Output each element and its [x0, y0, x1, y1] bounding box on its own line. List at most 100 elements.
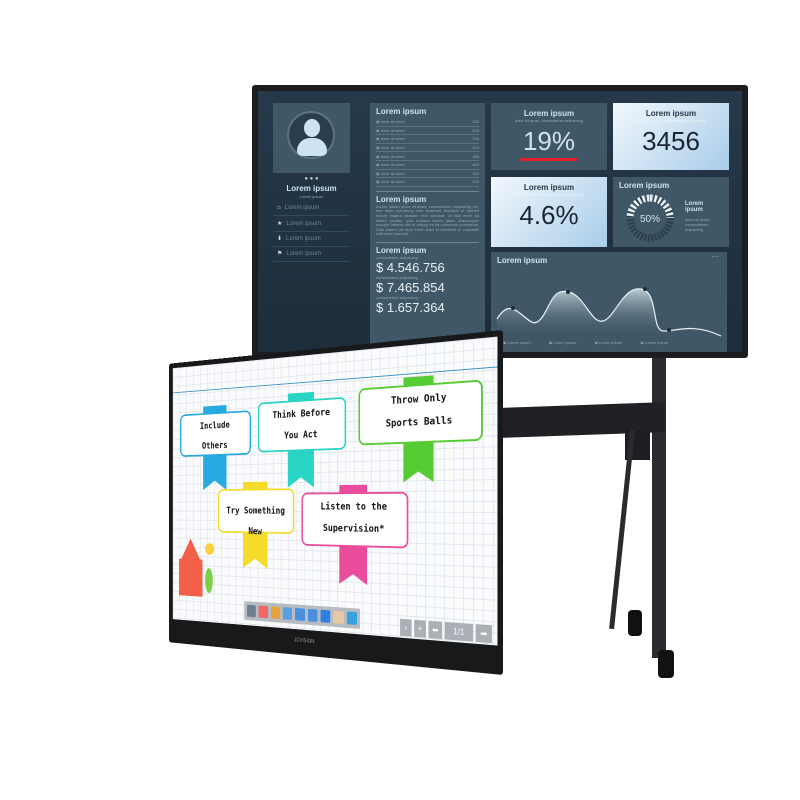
list-item-label: dolor sit amet [380, 179, 405, 185]
stat-value: 3456 [642, 126, 700, 156]
back-display: ● ● ● Lorem ipsum Lorem ipsum ⌂ Lorem ips… [252, 85, 748, 358]
stat-value: 19% [522, 126, 576, 156]
list-item: ◉ dolor sit amet 456 [376, 152, 479, 161]
radio-icon: ◉ [376, 119, 380, 125]
sticky-note[interactable]: Listen to the Supervision* [301, 491, 409, 549]
radio-icon: ◉ [376, 136, 380, 142]
note-line: Listen to the [320, 500, 388, 513]
legend-item: ◉ Lorem ipsum [503, 340, 531, 345]
ribbon [403, 439, 433, 483]
trash-icon[interactable] [346, 611, 357, 625]
color-palette-icon[interactable] [270, 606, 281, 620]
sticky-note[interactable]: Think Before You Act [257, 396, 347, 453]
list-panel: Lorem ipsum ◉ dolor sit amet 142 ◉ dolor s… [370, 103, 485, 348]
list-item: ◉ dolor sit amet 243 [376, 178, 479, 187]
dots-icon: ● ● ● [304, 176, 319, 182]
ribbon [288, 447, 314, 487]
collapse-button[interactable]: ‹ [400, 618, 412, 637]
list-item-label: dolor sit amet [380, 127, 405, 133]
accent-underline [520, 158, 578, 161]
sun-icon [205, 543, 215, 555]
list-item-value: 456 [472, 153, 479, 159]
select-icon[interactable] [320, 609, 331, 623]
list-item-label: dolor sit amet [380, 119, 405, 125]
home-icon: ⌂ [277, 205, 281, 211]
next-page-button[interactable]: ➡ [475, 624, 492, 644]
stat-caption: dolor sit amet, consectetuer adipiscing [514, 118, 584, 123]
gauge-title: Lorem ipsum [619, 181, 670, 190]
list-item: ◉ dolor sit amet 142 [376, 118, 479, 127]
more-icon[interactable]: ··· [711, 252, 719, 261]
note-line: Supervision* [322, 522, 385, 535]
drawing-toolbar [244, 601, 361, 629]
tree-icon [205, 567, 213, 594]
whiteboard-canvas[interactable]: Include Others Think Before You Act Throw On… [172, 336, 498, 646]
list-item: ◉ dolor sit amet 653 [376, 161, 479, 170]
ribbon [339, 543, 367, 585]
radio-icon: ◉ [376, 153, 380, 159]
prev-page-button[interactable]: ⬅ [428, 620, 443, 640]
legend-label: Lorem ipsum [507, 340, 531, 345]
list-item-value: 243 [472, 179, 479, 185]
gauge-caption: dolor sit amet, consectetuer adipiscing [685, 217, 711, 232]
legend-item: ◉ Lorem ipsum [594, 340, 623, 345]
download-icon: ⬇ [277, 236, 283, 242]
nav-item-flag[interactable]: ⚑ Lorem ipsum [273, 247, 350, 262]
wheel [628, 610, 642, 636]
list-item-label: dolor sit amet [380, 145, 405, 151]
money-title: Lorem ipsum [376, 245, 427, 255]
undo-icon[interactable] [295, 607, 305, 622]
chart-legend: ◉ Lorem ipsum ◉ Lorem ipsum ◉ Lorem ipsum ◉… [503, 340, 668, 345]
shapes-icon[interactable] [282, 607, 293, 621]
gauge-label: Lorem ipsum [685, 201, 704, 213]
chart-point [643, 287, 647, 291]
sticky-note[interactable]: Throw Only Sports Balls [358, 379, 483, 446]
stat-card-count: Lorem ipsum dolor sit amet, consectetuer… [613, 103, 729, 170]
gauge-value: 50% [640, 214, 660, 225]
legend-item: ◉ Lorem ipsum [548, 340, 577, 345]
stat-title: Lorem ipsum [523, 183, 575, 192]
list-item-label: dolor sit amet [380, 162, 405, 168]
avatar-icon [287, 111, 335, 159]
redo-icon[interactable] [307, 608, 318, 622]
gauge-card: Lorem ipsum 50% Lorem ipsum dolor sit am… [613, 177, 729, 247]
chart-point [667, 328, 671, 332]
radio-icon: ◉ [376, 179, 380, 185]
stat-caption: dolor sit amet, consectetuer adipiscing [636, 118, 706, 123]
nav-item-home[interactable]: ⌂ Lorem ipsum [273, 201, 350, 216]
nav-item-download[interactable]: ⬇ Lorem ipsum [273, 232, 350, 247]
flag-icon: ⚑ [277, 251, 283, 257]
house-roof-icon [181, 538, 200, 559]
wheel [658, 650, 674, 678]
note-line: Others [202, 439, 228, 452]
list-item-label: dolor sit amet [380, 136, 405, 142]
list-item-value: 342 [472, 170, 479, 176]
chart-point [511, 306, 515, 310]
profile-subtitle: Lorem ipsum [299, 194, 324, 199]
sticky-note[interactable]: Try Something New [217, 488, 295, 537]
list-item-value: 653 [472, 162, 479, 168]
list-title: Lorem ipsum [376, 107, 427, 116]
star-icon: ★ [277, 221, 283, 227]
stat-caption: dolor sit amet, consectetuer adipiscing [514, 192, 584, 197]
list-item-label: dolor sit amet [380, 170, 405, 176]
dashboard-screen: ● ● ● Lorem ipsum Lorem ipsum ⌂ Lorem ips… [258, 91, 742, 352]
money-value: $ 1.657.364 [376, 299, 445, 315]
radio-icon: ◉ [376, 170, 380, 176]
legend-label: Lorem ipsum [553, 340, 577, 345]
money-value: $ 7.465.854 [376, 279, 445, 295]
add-page-button[interactable]: + [414, 619, 426, 638]
eraser-icon[interactable] [258, 605, 268, 619]
hand-icon[interactable] [333, 610, 344, 624]
nav-item-star[interactable]: ★ Lorem ipsum [273, 217, 350, 232]
page-indicator: 1/1 [444, 621, 473, 642]
sticky-note[interactable]: Include Others [180, 410, 252, 457]
pen-icon[interactable] [246, 604, 257, 618]
list-item: ◉ dolor sit amet 214 [376, 144, 479, 153]
legend-label: Lorem ipsum [644, 340, 668, 345]
money-value: $ 4.546.756 [376, 259, 445, 275]
radio-icon: ◉ [376, 145, 380, 151]
list-item-value: 214 [472, 145, 479, 151]
note-line: Try Something New [226, 505, 286, 537]
profile-card [273, 103, 350, 173]
